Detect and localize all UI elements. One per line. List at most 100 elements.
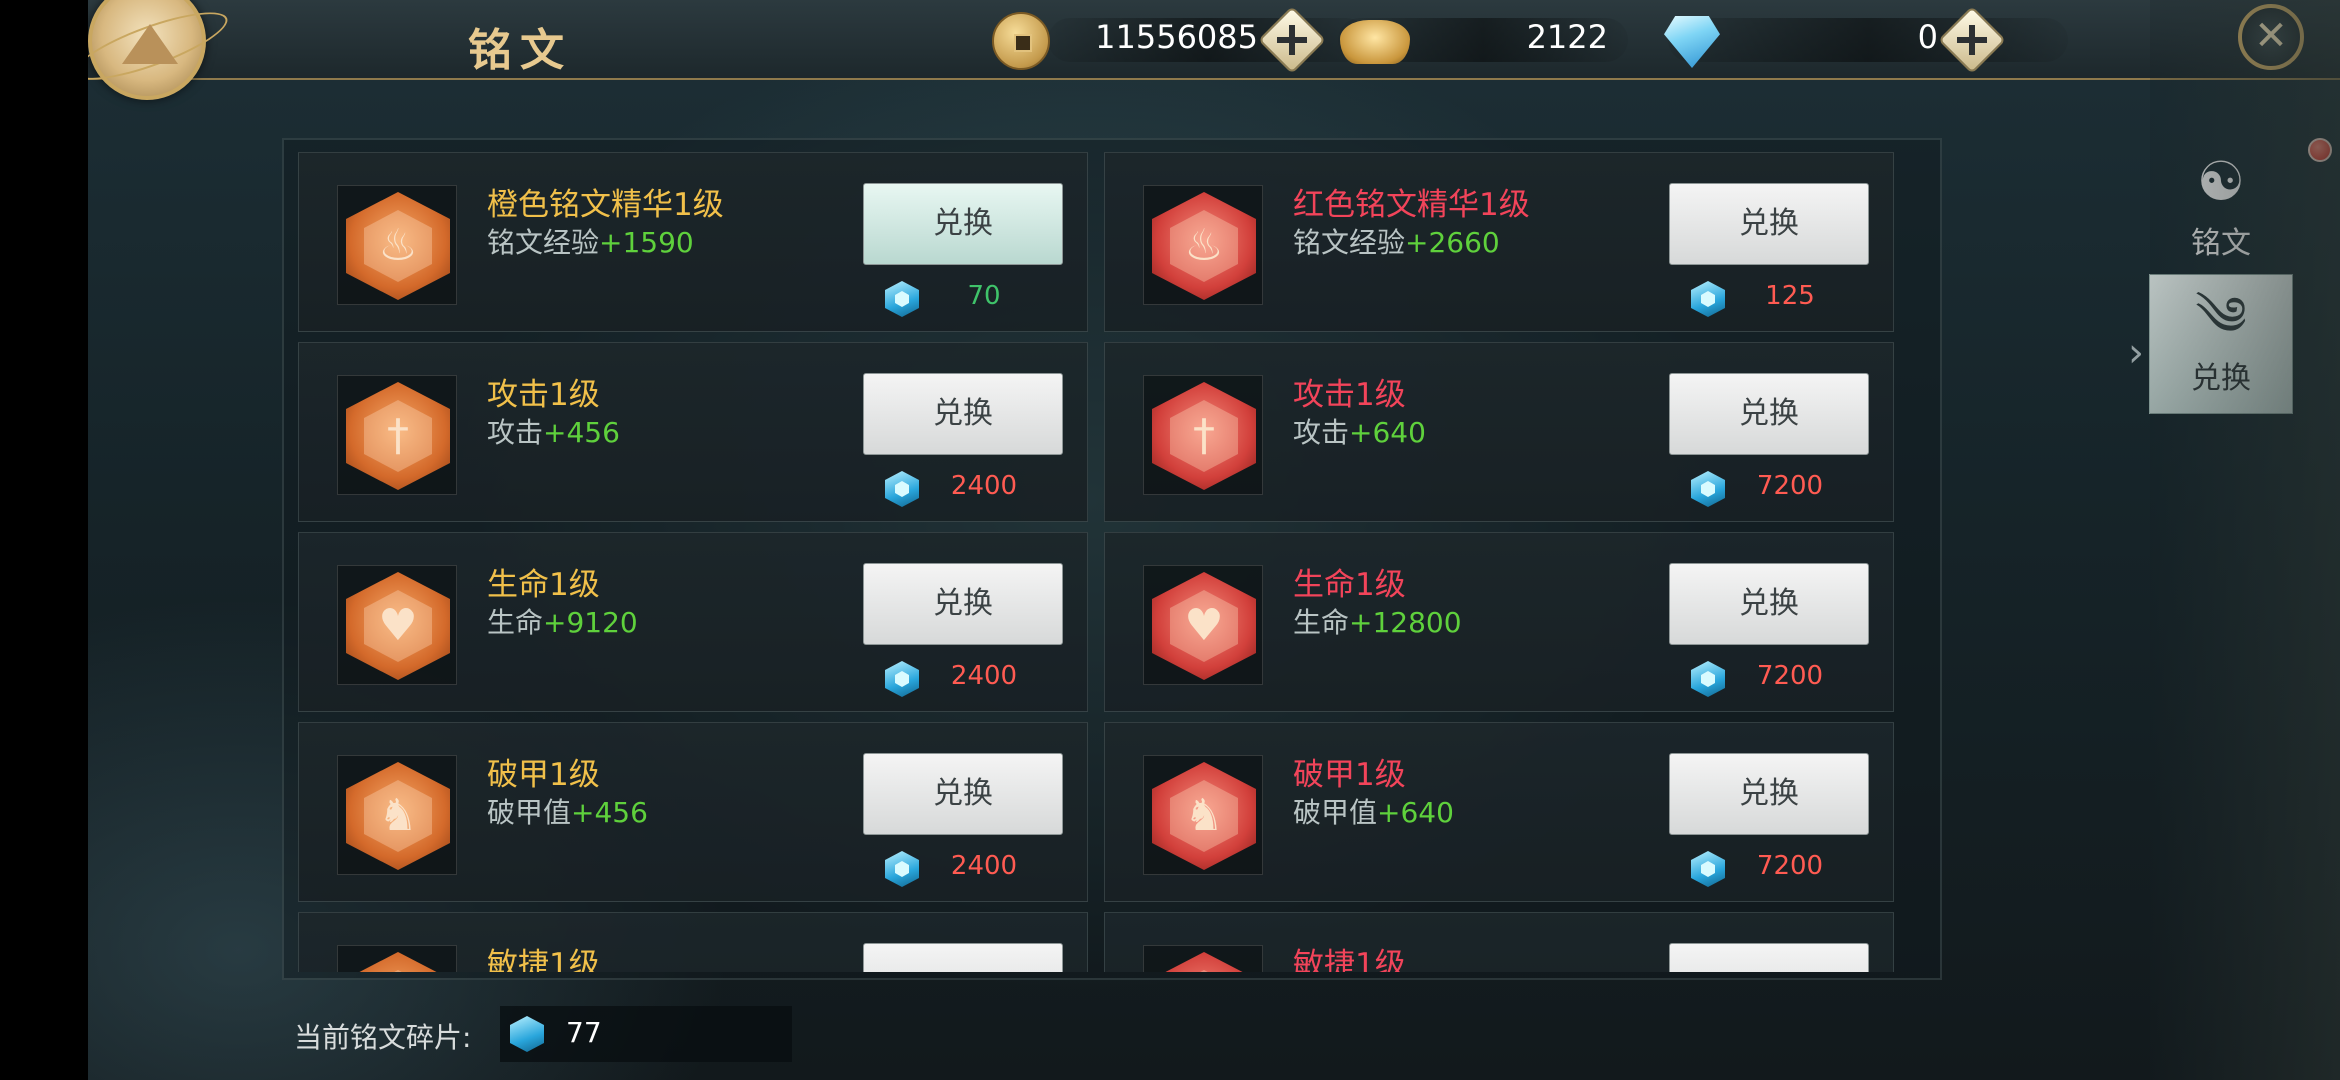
essence-icon: ♨ — [346, 192, 450, 300]
exchange-card: ♨ 橙色铭文精华1级 铭文经验+1590 兑换 70 — [298, 152, 1088, 332]
item-stat: 攻击+456 — [487, 411, 620, 451]
stat-bonus: +12800 — [1349, 606, 1462, 639]
exchange-button[interactable] — [1669, 943, 1869, 972]
tab-label: 铭文 — [2191, 226, 2251, 261]
item-glyph: ♥ — [378, 600, 418, 651]
exchange-button[interactable]: 兑换 — [1669, 563, 1869, 645]
exchange-button[interactable]: 兑换 — [863, 373, 1063, 455]
chevron-right-icon: › — [2128, 330, 2144, 376]
stat-label: 生命 — [1293, 606, 1350, 639]
item-icon-slot[interactable]: ♨ — [337, 185, 457, 305]
item-cost: 7200 — [1756, 471, 1824, 501]
item-icon-slot[interactable]: ♥ — [337, 565, 457, 685]
exchange-button[interactable]: 兑换 — [1669, 753, 1869, 835]
exchange-card: † 攻击1级 攻击+640 兑换 7200 — [1104, 342, 1894, 522]
armor-break-icon: ♞ — [1152, 762, 1256, 870]
item-icon-slot[interactable] — [1143, 945, 1263, 972]
notification-dot-icon — [2308, 138, 2332, 162]
exchange-button[interactable]: 兑换 — [1669, 183, 1869, 265]
exchange-card: † 攻击1级 攻击+456 兑换 2400 — [298, 342, 1088, 522]
stat-bonus: +2660 — [1405, 226, 1500, 259]
item-icon-slot[interactable]: ♨ — [1143, 185, 1263, 305]
item-name: 敏捷1级 — [487, 947, 600, 972]
item-name: 破甲1级 — [487, 757, 600, 793]
item-stat: 铭文经验+2660 — [1293, 221, 1500, 261]
exchange-card: 敏捷1级 — [1104, 912, 1894, 972]
stat-bonus: +640 — [1377, 796, 1454, 829]
exchange-button[interactable]: 兑换 — [863, 183, 1063, 265]
fragment-gem-icon — [1691, 851, 1725, 887]
item-cost: 2400 — [950, 851, 1018, 881]
item-stat: 破甲值+640 — [1293, 791, 1454, 831]
hex-inner — [364, 970, 432, 972]
exchange-button[interactable]: 兑换 — [863, 563, 1063, 645]
item-icon-slot[interactable]: † — [337, 375, 457, 495]
add-diamonds-button[interactable] — [1938, 6, 2006, 74]
item-icon-slot[interactable] — [337, 945, 457, 972]
fragments-label: 当前铭文碎片: — [294, 1021, 472, 1054]
item-stat: 铭文经验+1590 — [487, 221, 694, 261]
item-icon-slot[interactable]: ♞ — [337, 755, 457, 875]
fragment-gem-icon — [1691, 661, 1725, 697]
fragment-gem-icon — [885, 661, 919, 697]
diamond-value: 0 — [1917, 18, 1938, 56]
item-glyph: † — [1193, 410, 1215, 461]
stat-label: 破甲值 — [1293, 796, 1378, 829]
item-glyph: ♨ — [1184, 220, 1224, 271]
item-cost: 2400 — [950, 661, 1018, 691]
fragment-gem-icon — [1691, 281, 1725, 317]
item-name: 破甲1级 — [1293, 757, 1406, 793]
stat-label: 破甲值 — [487, 796, 572, 829]
item-name: 生命1级 — [1293, 567, 1406, 603]
item-icon-slot[interactable]: † — [1143, 375, 1263, 495]
item-name: 红色铭文精华1级 — [1293, 187, 1530, 223]
fragment-gem-icon — [1691, 471, 1725, 507]
game-screen: 铭文 11556085 2122 0 ✕ ♨ 橙色铭文精华1级 铭文经验+1590 兑… — [88, 0, 2340, 1080]
tab-exchange[interactable]: ༄ 兑换 — [2149, 274, 2293, 414]
exchange-button[interactable]: 兑换 — [1669, 373, 1869, 455]
stat-bonus: +456 — [571, 796, 648, 829]
agility-icon — [346, 952, 450, 972]
item-name: 生命1级 — [487, 567, 600, 603]
exchange-card: ♥ 生命1级 生命+9120 兑换 2400 — [298, 532, 1088, 712]
item-glyph: ♞ — [1184, 790, 1224, 841]
fragment-gem-icon — [885, 471, 919, 507]
close-button[interactable]: ✕ — [2238, 4, 2304, 70]
exchange-card: ♞ 破甲1级 破甲值+456 兑换 2400 — [298, 722, 1088, 902]
stat-bonus: +9120 — [543, 606, 638, 639]
agility-icon — [1152, 952, 1256, 972]
stat-label: 铭文经验 — [487, 226, 600, 259]
stat-bonus: +456 — [543, 416, 620, 449]
triple-swirl-icon: ☯ — [2196, 150, 2246, 213]
exchange-card: ♨ 红色铭文精华1级 铭文经验+2660 兑换 125 — [1104, 152, 1894, 332]
item-glyph: † — [387, 410, 409, 461]
item-stat: 攻击+640 — [1293, 411, 1426, 451]
exchange-button[interactable]: 兑换 — [863, 753, 1063, 835]
tab-label: 兑换 — [2191, 361, 2251, 396]
top-bar: 铭文 11556085 2122 0 ✕ — [88, 0, 2340, 100]
item-cost: 125 — [1765, 281, 1815, 311]
exchange-list-panel: ♨ 橙色铭文精华1级 铭文经验+1590 兑换 70 ♨ 红色铭文精华1级 铭文经验+2660… — [282, 138, 1942, 980]
item-icon-slot[interactable]: ♥ — [1143, 565, 1263, 685]
item-name: 橙色铭文精华1级 — [487, 187, 724, 223]
essence-icon: ♨ — [1152, 192, 1256, 300]
item-cost: 2400 — [950, 471, 1018, 501]
fragment-gem-icon — [885, 851, 919, 887]
item-cost: 7200 — [1756, 661, 1824, 691]
exchange-list[interactable]: ♨ 橙色铭文精华1级 铭文经验+1590 兑换 70 ♨ 红色铭文精华1级 铭文经验+2660… — [298, 152, 1928, 972]
exchange-card: ♥ 生命1级 生命+12800 兑换 7200 — [1104, 532, 1894, 712]
item-stat: 破甲值+456 — [487, 791, 648, 831]
hex-inner — [1170, 970, 1238, 972]
mountain-icon — [122, 24, 178, 64]
item-glyph: ♞ — [378, 790, 418, 841]
stat-bonus: +640 — [1349, 416, 1426, 449]
item-icon-slot[interactable]: ♞ — [1143, 755, 1263, 875]
fragments-box: 77 — [500, 1006, 792, 1062]
tab-inscription[interactable]: ☯ 铭文 — [2149, 140, 2293, 280]
fragment-gem-icon — [885, 281, 919, 317]
exchange-card: ♞ 破甲1级 破甲值+640 兑换 7200 — [1104, 722, 1894, 902]
item-glyph: ♥ — [1184, 600, 1224, 651]
heart-icon: ♥ — [346, 572, 450, 680]
exchange-button[interactable] — [863, 943, 1063, 972]
item-name: 攻击1级 — [1293, 377, 1406, 413]
